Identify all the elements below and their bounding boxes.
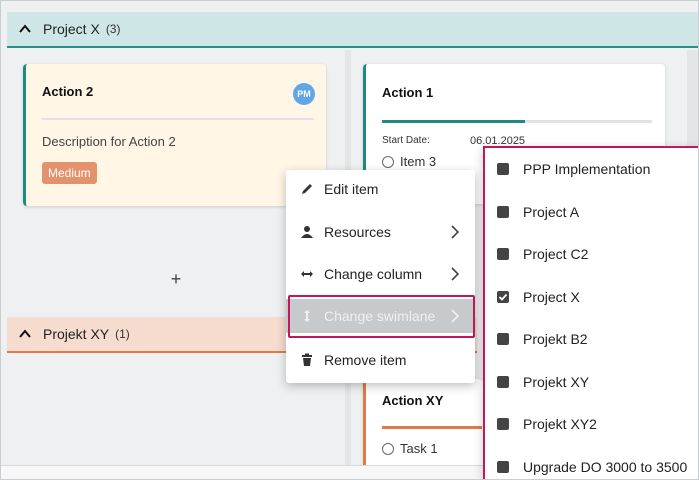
menu-item-resources[interactable]: Resources	[286, 215, 475, 249]
checkbox-checked-icon[interactable]	[497, 290, 509, 303]
progress-bar	[382, 426, 482, 429]
card-title: Action 1	[382, 85, 434, 100]
person-icon	[300, 225, 314, 239]
swimlane-option[interactable]: Project C2	[497, 240, 697, 268]
swimlane-option-label: Upgrade DO 3000 to 3500	[523, 458, 688, 475]
menu-item-change-column[interactable]: Change column	[286, 257, 475, 291]
card-action-xy[interactable]: Action XY Task 1	[363, 379, 483, 469]
chevron-right-icon	[451, 267, 459, 281]
swimlane-option-label: Projekt XY2	[523, 416, 597, 432]
pencil-icon	[300, 182, 314, 196]
swimlane-count: (1)	[115, 327, 130, 341]
add-item-button[interactable]: +	[166, 269, 186, 290]
swimlane-title: Project X	[43, 21, 100, 37]
chevron-up-icon[interactable]	[19, 328, 31, 340]
card-title: Action 2	[42, 84, 94, 99]
checkbox-icon[interactable]	[497, 248, 509, 260]
menu-item-label: Edit item	[324, 181, 379, 197]
checklist-item-label: Task 1	[400, 441, 438, 456]
swimlane-header-project-x[interactable]: Project X (3)	[7, 12, 698, 48]
swimlane-option-label: Project X	[523, 288, 580, 305]
card-description: Description for Action 2	[42, 134, 176, 149]
start-date-label: Start Date:	[382, 135, 430, 146]
menu-item-label: Change column	[324, 266, 423, 282]
checklist-item-label: Item 3	[400, 154, 437, 169]
card-action-2[interactable]: Action 2 PM Description for Action 2 Med…	[23, 64, 326, 206]
kanban-board: Project X (3) Action 2 PM Description fo…	[0, 0, 699, 480]
progress-fill	[382, 120, 526, 123]
horizontal-arrows-icon	[300, 267, 314, 281]
radio-icon[interactable]	[382, 442, 394, 455]
radio-icon[interactable]	[382, 155, 394, 168]
swimlane-option[interactable]: Project A	[497, 198, 697, 226]
swimlane-submenu: PPP Implementation Project A Project C2 Pro…	[483, 146, 698, 480]
swimlane-option[interactable]: Projekt XY2	[497, 410, 697, 438]
swimlane-option[interactable]: PPP Implementation	[497, 155, 697, 183]
avatar[interactable]: PM	[293, 83, 315, 105]
chevron-right-icon	[451, 225, 459, 239]
checkbox-icon[interactable]	[497, 418, 509, 430]
checklist-item[interactable]: Item 3	[382, 154, 436, 169]
menu-item-remove[interactable]: Remove item	[286, 343, 475, 377]
chevron-up-icon[interactable]	[19, 23, 31, 35]
menu-item-edit[interactable]: Edit item	[286, 172, 475, 206]
swimlane-option[interactable]: Project X	[497, 283, 697, 311]
trash-icon	[300, 353, 314, 367]
checklist-item[interactable]: Task 1	[382, 441, 438, 456]
swimlane-option-label: Project C2	[523, 246, 589, 262]
checkbox-icon[interactable]	[497, 460, 509, 473]
context-menu: Edit item Resources Change column Change…	[286, 170, 475, 383]
progress-bar	[382, 120, 652, 123]
swimlane-option-label: Project A	[523, 203, 580, 220]
swimlane-option[interactable]: Projekt XY	[497, 368, 697, 396]
checkbox-icon[interactable]	[497, 333, 509, 345]
swimlane-count: (3)	[105, 22, 121, 36]
selection-highlight	[288, 295, 475, 338]
swimlane-option-label: Projekt XY	[523, 373, 590, 390]
menu-item-label: Remove item	[324, 352, 407, 368]
swimlane-option-label: Projekt B2	[523, 331, 588, 347]
checkbox-icon[interactable]	[497, 163, 509, 175]
swimlane-title: Projekt XY	[43, 326, 110, 342]
checkbox-icon[interactable]	[497, 375, 509, 388]
swimlane-option[interactable]: Upgrade DO 3000 to 3500	[497, 453, 697, 480]
swimlane-option-label: PPP Implementation	[523, 161, 651, 177]
card-divider	[42, 118, 314, 120]
menu-item-label: Resources	[324, 224, 391, 240]
priority-badge: Medium	[42, 162, 97, 184]
checkbox-icon[interactable]	[497, 205, 509, 218]
swimlane-option[interactable]: Projekt B2	[497, 325, 697, 353]
card-title: Action XY	[382, 393, 444, 408]
